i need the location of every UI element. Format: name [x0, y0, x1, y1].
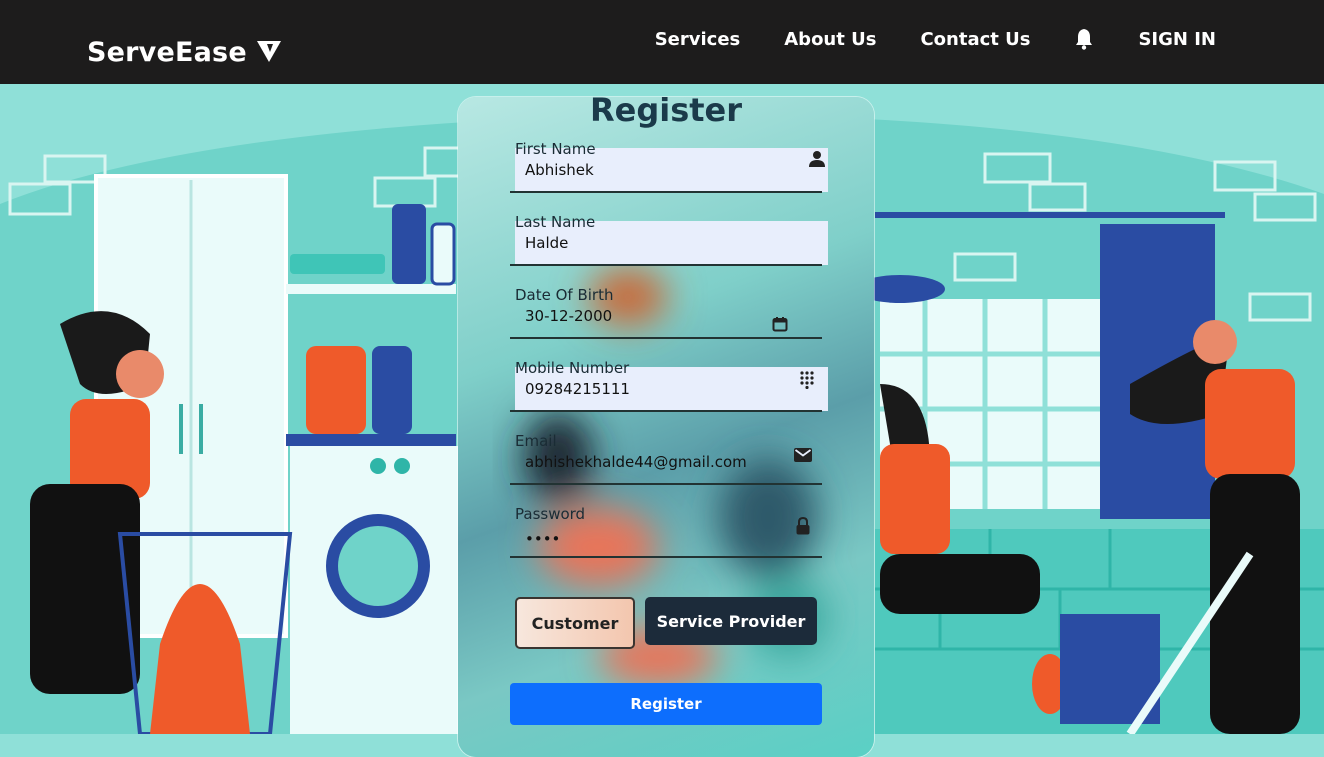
lock-icon	[796, 517, 810, 535]
nav-contact-us[interactable]: Contact Us	[920, 29, 1030, 50]
password-label: Password	[515, 505, 586, 523]
email-label: Email	[515, 432, 557, 450]
register-card: Register Abhishek First Name Halde Last …	[458, 97, 874, 757]
dialpad-icon	[800, 371, 814, 389]
first-name-underline	[510, 191, 822, 193]
dob-underline	[510, 337, 822, 339]
nav-menu: Services About Us Contact Us SIGN IN	[655, 28, 1216, 50]
customer-button[interactable]: Customer	[515, 597, 635, 649]
password-underline	[510, 556, 822, 558]
bell-icon[interactable]	[1074, 28, 1094, 50]
last-name-label: Last Name	[515, 213, 596, 231]
user-icon	[809, 151, 825, 167]
email-value: abhishekhalde44@gmail.com	[525, 453, 747, 471]
mobile-label: Mobile Number	[515, 359, 630, 377]
brand-name: ServeEase	[87, 36, 247, 68]
form-title: Register	[589, 97, 743, 129]
first-name-value: Abhishek	[525, 161, 594, 179]
top-navbar: ServeEase Services About Us Contact Us S…	[0, 0, 1324, 84]
sign-in-link[interactable]: SIGN IN	[1138, 29, 1216, 50]
dob-label: Date Of Birth	[515, 286, 614, 304]
service-provider-button[interactable]: Service Provider	[645, 597, 817, 645]
brand-logo-icon	[256, 41, 281, 62]
nav-about-us[interactable]: About Us	[784, 29, 876, 50]
mail-icon	[794, 448, 812, 462]
email-underline	[510, 483, 822, 485]
calendar-icon[interactable]	[772, 316, 788, 332]
nav-services[interactable]: Services	[655, 29, 741, 50]
mobile-value: 09284215111	[525, 380, 630, 398]
last-name-underline	[510, 264, 822, 266]
mobile-underline	[510, 410, 822, 412]
register-button[interactable]: Register	[510, 683, 822, 725]
first-name-label: First Name	[515, 140, 596, 158]
email-input[interactable]: abhishekhalde44@gmail.com	[515, 440, 828, 484]
card-blur-backdrop	[523, 267, 828, 687]
password-value: ••••	[525, 530, 561, 548]
last-name-value: Halde	[525, 234, 569, 252]
dob-value: 30-12-2000	[525, 307, 613, 325]
brand[interactable]: ServeEase	[87, 32, 283, 72]
